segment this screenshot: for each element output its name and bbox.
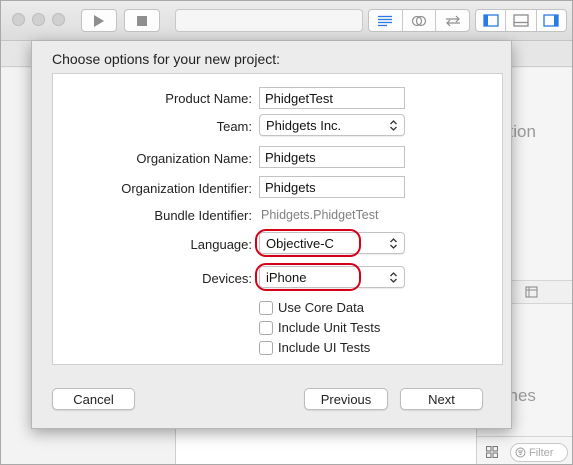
- devices-label: Devices:: [202, 271, 252, 286]
- activity-viewer: [175, 9, 363, 32]
- cancel-button[interactable]: Cancel: [52, 388, 135, 410]
- filter-icon: [515, 447, 526, 458]
- checkbox-box[interactable]: [259, 300, 273, 315]
- include-unit-tests-checkbox[interactable]: Include Unit Tests: [259, 320, 380, 335]
- version-editor-button[interactable]: [436, 10, 469, 31]
- assistant-editor-icon: [411, 15, 427, 26]
- stop-icon: [137, 15, 147, 26]
- right-panel-icon: [543, 14, 559, 27]
- options-form: Product Name: PhidgetTest Team: Phidgets…: [52, 73, 503, 365]
- minimize-window-button[interactable]: [32, 13, 45, 26]
- library-filter-input[interactable]: Filter: [510, 443, 568, 462]
- bundle-identifier-value: Phidgets.PhidgetTest: [261, 208, 379, 222]
- filter-placeholder: Filter: [529, 446, 554, 459]
- bottom-panel-icon: [513, 14, 529, 27]
- team-label: Team:: [216, 119, 252, 134]
- language-label: Language:: [190, 237, 252, 252]
- assistant-editor-button[interactable]: [403, 10, 437, 31]
- organization-name-label: Organization Name:: [136, 151, 252, 166]
- version-editor-icon: [445, 15, 460, 26]
- up-down-chevron-icon: [390, 271, 397, 283]
- organization-name-field[interactable]: Phidgets: [259, 146, 405, 168]
- team-value: Phidgets Inc.: [266, 117, 342, 133]
- devices-value: iPhone: [266, 269, 307, 285]
- organization-identifier-field[interactable]: Phidgets: [259, 176, 405, 198]
- sheet-title: Choose options for your new project:: [52, 51, 281, 67]
- team-popup[interactable]: Phidgets Inc.: [259, 114, 405, 136]
- media-library-icon[interactable]: [525, 286, 538, 298]
- close-window-button[interactable]: [12, 13, 25, 26]
- stop-button[interactable]: [124, 9, 160, 32]
- left-panel-icon: [483, 14, 499, 27]
- xcode-window: ction ches Filter Choose options for you…: [0, 0, 573, 465]
- language-value: Objective-C: [266, 235, 334, 251]
- product-name-field[interactable]: PhidgetTest: [259, 87, 405, 109]
- checkbox-box[interactable]: [259, 320, 273, 335]
- next-button[interactable]: Next: [400, 388, 483, 410]
- zoom-window-button[interactable]: [52, 13, 65, 26]
- standard-editor-button[interactable]: [369, 10, 403, 31]
- language-popup[interactable]: Objective-C: [259, 232, 405, 254]
- use-core-data-checkbox[interactable]: Use Core Data: [259, 300, 364, 315]
- checkbox-box[interactable]: [259, 340, 273, 355]
- run-button[interactable]: [81, 9, 117, 32]
- navigator-toggle-button[interactable]: [476, 10, 507, 31]
- project-options-sheet: Choose options for your new project: Pro…: [31, 41, 512, 429]
- product-name-label: Product Name:: [165, 91, 252, 106]
- up-down-chevron-icon: [390, 119, 397, 131]
- checkbox-label: Use Core Data: [278, 300, 364, 315]
- up-down-chevron-icon: [390, 237, 397, 249]
- include-ui-tests-checkbox[interactable]: Include UI Tests: [259, 340, 370, 355]
- toolbar: [1, 1, 572, 41]
- view-toggle-segmented-control: [475, 9, 567, 32]
- grid-view-icon[interactable]: [486, 446, 498, 458]
- editor-mode-segmented-control: [368, 9, 470, 32]
- library-filter-bar: Filter: [477, 436, 572, 464]
- previous-button[interactable]: Previous: [304, 388, 388, 410]
- play-icon: [94, 14, 104, 27]
- checkbox-label: Include UI Tests: [278, 340, 371, 355]
- standard-editor-icon: [378, 15, 393, 26]
- checkbox-label: Include Unit Tests: [278, 320, 381, 335]
- utilities-toggle-button[interactable]: [537, 10, 566, 31]
- debug-area-toggle-button[interactable]: [506, 10, 537, 31]
- bundle-identifier-label: Bundle Identifier:: [154, 208, 252, 223]
- organization-identifier-label: Organization Identifier:: [121, 181, 252, 196]
- devices-popup[interactable]: iPhone: [259, 266, 405, 288]
